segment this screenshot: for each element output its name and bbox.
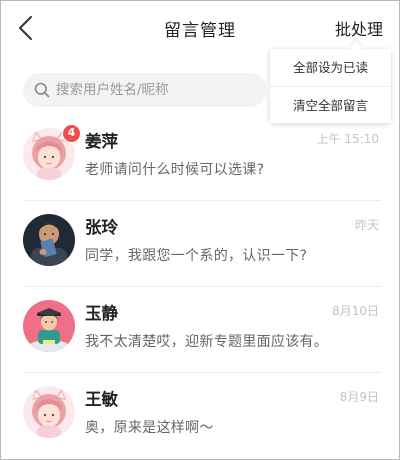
list-item[interactable]: 王敏 8月9日 奥，原来是这样啊～	[1, 373, 399, 459]
message-preview: 奥，原来是这样啊～	[85, 420, 214, 436]
search-icon	[34, 82, 50, 98]
unread-count-badge: 4	[62, 124, 81, 143]
message-list: 4 姜萍 上午 15:10 老师请问什么时候可以选课? 张玲 昨天 同学，我跟您…	[1, 115, 399, 459]
avatar-container	[23, 386, 75, 438]
contact-name: 姜萍	[85, 132, 118, 151]
list-item[interactable]: 玉静 8月10日 我不太清楚哎，迎新专题里面应该有。	[1, 287, 399, 373]
message-preview: 我不太清楚哎，迎新专题里面应该有。	[85, 334, 329, 350]
app-window: 留言管理 批处理 全部设为已读 清空全部留言 搜索用户姓名/昵称 4 姜萍 上午…	[0, 0, 400, 460]
clear-all-messages-item[interactable]: 清空全部留言	[270, 86, 391, 123]
cartoon-student-avatar	[23, 300, 75, 352]
contact-name: 张玲	[85, 218, 118, 237]
message-time: 上午 15:10	[316, 132, 379, 146]
message-preview: 同学，我跟您一个系的，认识一下?	[85, 248, 308, 264]
man-holding-card-avatar	[23, 214, 75, 266]
avatar-container: 4	[23, 124, 81, 180]
batch-process-button[interactable]: 批处理	[335, 16, 383, 40]
avatar-container	[23, 300, 75, 352]
search-input[interactable]	[56, 73, 256, 107]
message-time: 8月9日	[339, 390, 379, 404]
avatar-container	[23, 214, 75, 266]
nav-header: 留言管理 批处理	[1, 1, 399, 55]
mark-all-read-item[interactable]: 全部设为已读	[270, 49, 391, 86]
message-preview: 老师请问什么时候可以选课?	[85, 162, 265, 178]
message-time: 昨天	[354, 218, 379, 232]
list-item[interactable]: 4 姜萍 上午 15:10 老师请问什么时候可以选课?	[1, 115, 399, 201]
contact-name: 王敏	[85, 390, 118, 409]
batch-dropdown-menu: 全部设为已读 清空全部留言	[270, 49, 391, 123]
list-item[interactable]: 张玲 昨天 同学，我跟您一个系的，认识一下?	[1, 201, 399, 287]
search-bar	[23, 73, 267, 107]
girl-with-cat-ears-avatar	[23, 386, 75, 438]
contact-name: 玉静	[85, 304, 118, 323]
message-time: 8月10日	[332, 304, 379, 318]
